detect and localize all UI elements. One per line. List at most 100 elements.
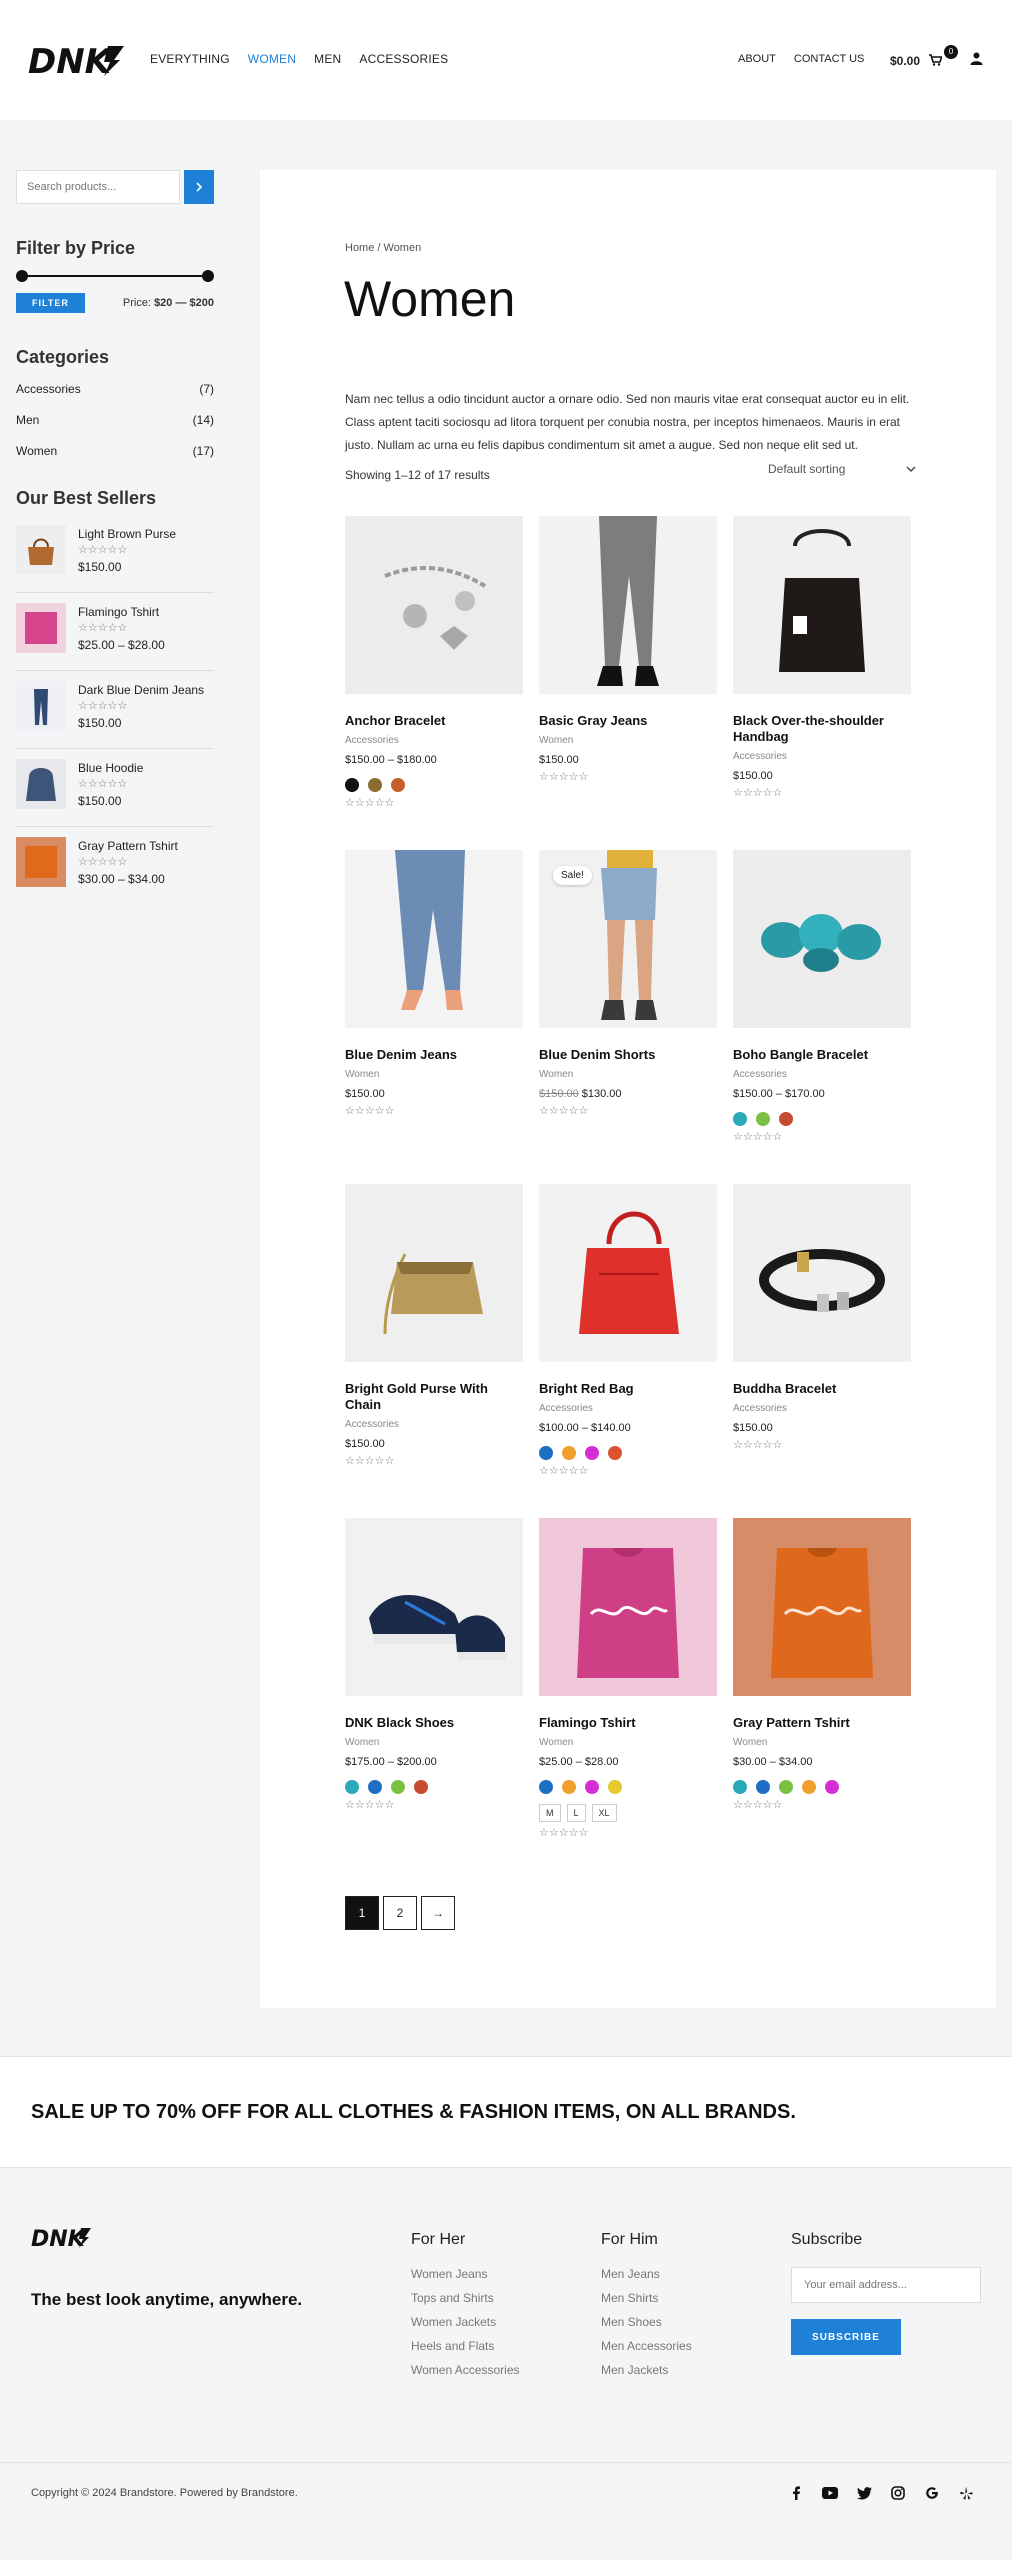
yelp-icon[interactable] xyxy=(958,2485,974,2501)
product-image[interactable] xyxy=(733,1184,911,1362)
footer-link[interactable]: Heels and Flats xyxy=(411,2339,520,2353)
product-card[interactable]: Anchor Bracelet Accessories $150.00 – $1… xyxy=(345,516,523,850)
color-swatch[interactable] xyxy=(539,1780,553,1794)
product-name[interactable]: Buddha Bracelet xyxy=(733,1381,911,1397)
product-name[interactable]: Blue Denim Jeans xyxy=(345,1047,523,1063)
color-swatch[interactable] xyxy=(608,1780,622,1794)
youtube-icon[interactable] xyxy=(822,2485,838,2501)
page-2-button[interactable]: 2 xyxy=(383,1896,417,1930)
footer-link[interactable]: Men Jeans xyxy=(601,2267,692,2281)
best-seller-item[interactable]: Gray Pattern Tshirt ☆☆☆☆☆ $30.00 – $34.00 xyxy=(16,837,214,905)
size-option[interactable]: XL xyxy=(591,1804,617,1822)
product-image[interactable] xyxy=(345,1518,523,1696)
product-card[interactable]: Boho Bangle Bracelet Accessories $150.00… xyxy=(733,850,911,1184)
product-card[interactable]: Bright Red Bag Accessories $100.00 – $14… xyxy=(539,1184,717,1518)
footer-link[interactable]: Women Jackets xyxy=(411,2315,520,2329)
color-swatch[interactable] xyxy=(779,1780,793,1794)
product-image[interactable] xyxy=(733,850,911,1028)
product-name[interactable]: DNK Black Shoes xyxy=(345,1715,523,1731)
color-swatch[interactable] xyxy=(733,1780,747,1794)
product-name[interactable]: Bright Red Bag xyxy=(539,1381,717,1397)
color-swatch[interactable] xyxy=(562,1780,576,1794)
product-thumbnail[interactable] xyxy=(16,525,66,575)
subscribe-button[interactable]: SUBSCRIBE xyxy=(791,2319,901,2355)
product-card[interactable]: Blue Denim Jeans Women $150.00 ☆☆☆☆☆ xyxy=(345,850,523,1184)
nav-women[interactable]: WOMEN xyxy=(248,52,296,66)
product-name[interactable]: Bright Gold Purse With Chain xyxy=(345,1381,523,1413)
cart-link[interactable]: $0.00 xyxy=(890,52,943,69)
footer-link[interactable]: Men Jackets xyxy=(601,2363,692,2377)
color-swatch[interactable] xyxy=(756,1112,770,1126)
color-swatch[interactable] xyxy=(368,1780,382,1794)
filter-button[interactable]: FILTER xyxy=(16,293,85,313)
color-swatch[interactable] xyxy=(585,1446,599,1460)
product-image[interactable] xyxy=(345,1184,523,1362)
best-seller-item[interactable]: Light Brown Purse ☆☆☆☆☆ $150.00 xyxy=(16,525,214,593)
best-seller-name[interactable]: Dark Blue Denim Jeans xyxy=(78,683,204,697)
product-card[interactable]: Black Over-the-shoulder Handbag Accessor… xyxy=(733,516,911,850)
breadcrumb[interactable]: Home / Women xyxy=(345,242,421,254)
nav-about[interactable]: ABOUT xyxy=(738,53,776,65)
color-swatch[interactable] xyxy=(345,1780,359,1794)
product-name[interactable]: Flamingo Tshirt xyxy=(539,1715,717,1731)
footer-link[interactable]: Women Jeans xyxy=(411,2267,520,2281)
search-input[interactable] xyxy=(16,170,181,204)
sorting-select[interactable]: Default sorting xyxy=(768,462,916,476)
instagram-icon[interactable] xyxy=(890,2485,906,2501)
product-image[interactable] xyxy=(733,1518,911,1696)
color-swatch[interactable] xyxy=(414,1780,428,1794)
product-image[interactable] xyxy=(733,516,911,694)
footer-link[interactable]: Tops and Shirts xyxy=(411,2291,520,2305)
product-thumbnail[interactable] xyxy=(16,603,66,653)
category-item[interactable]: Women (17) xyxy=(16,444,214,458)
product-image[interactable] xyxy=(539,1518,717,1696)
color-swatch[interactable] xyxy=(391,1780,405,1794)
best-seller-name[interactable]: Flamingo Tshirt xyxy=(78,605,165,619)
twitter-icon[interactable] xyxy=(856,2485,872,2501)
product-name[interactable]: Gray Pattern Tshirt xyxy=(733,1715,911,1731)
size-option[interactable]: L xyxy=(566,1804,586,1822)
product-card[interactable]: DNK Black Shoes Women $175.00 – $200.00 … xyxy=(345,1518,523,1852)
product-name[interactable]: Boho Bangle Bracelet xyxy=(733,1047,911,1063)
product-thumbnail[interactable] xyxy=(16,837,66,887)
next-page-button[interactable]: → xyxy=(421,1896,455,1930)
page-1-button[interactable]: 1 xyxy=(345,1896,379,1930)
product-card[interactable]: Sale! Blue Denim Shorts Women $150.00 $13… xyxy=(539,850,717,1184)
footer-link[interactable]: Women Accessories xyxy=(411,2363,520,2377)
product-card[interactable]: Buddha Bracelet Accessories $150.00 ☆☆☆☆… xyxy=(733,1184,911,1518)
category-item[interactable]: Accessories (7) xyxy=(16,382,214,396)
best-seller-name[interactable]: Gray Pattern Tshirt xyxy=(78,839,178,853)
product-image[interactable] xyxy=(539,1184,717,1362)
footer-link[interactable]: Men Shoes xyxy=(601,2315,692,2329)
color-swatch[interactable] xyxy=(391,778,405,792)
product-card[interactable]: Flamingo Tshirt Women $25.00 – $28.00 M … xyxy=(539,1518,717,1852)
product-card[interactable]: Gray Pattern Tshirt Women $30.00 – $34.0… xyxy=(733,1518,911,1852)
price-slider-min-handle[interactable] xyxy=(16,270,28,282)
email-field[interactable] xyxy=(791,2267,981,2303)
size-option[interactable]: M xyxy=(539,1804,561,1822)
footer-logo[interactable]: DNK xyxy=(31,2225,91,2254)
best-seller-name[interactable]: Light Brown Purse xyxy=(78,527,176,541)
category-name[interactable]: Men xyxy=(16,413,39,427)
product-image[interactable] xyxy=(345,850,523,1028)
account-icon[interactable] xyxy=(970,52,983,70)
color-swatch[interactable] xyxy=(756,1780,770,1794)
product-thumbnail[interactable] xyxy=(16,759,66,809)
product-card[interactable]: Bright Gold Purse With Chain Accessories… xyxy=(345,1184,523,1518)
color-swatch[interactable] xyxy=(562,1446,576,1460)
product-thumbnail[interactable] xyxy=(16,681,66,731)
product-card[interactable]: Basic Gray Jeans Women $150.00 ☆☆☆☆☆ xyxy=(539,516,717,850)
color-swatch[interactable] xyxy=(539,1446,553,1460)
footer-link[interactable]: Men Shirts xyxy=(601,2291,692,2305)
product-name[interactable]: Anchor Bracelet xyxy=(345,713,523,729)
color-swatch[interactable] xyxy=(368,778,382,792)
product-image[interactable] xyxy=(345,516,523,694)
footer-link[interactable]: Men Accessories xyxy=(601,2339,692,2353)
color-swatch[interactable] xyxy=(733,1112,747,1126)
facebook-icon[interactable] xyxy=(788,2485,804,2501)
category-name[interactable]: Women xyxy=(16,444,57,458)
nav-contact-us[interactable]: CONTACT US xyxy=(794,53,865,65)
price-slider-max-handle[interactable] xyxy=(202,270,214,282)
category-name[interactable]: Accessories xyxy=(16,382,81,396)
color-swatch[interactable] xyxy=(825,1780,839,1794)
